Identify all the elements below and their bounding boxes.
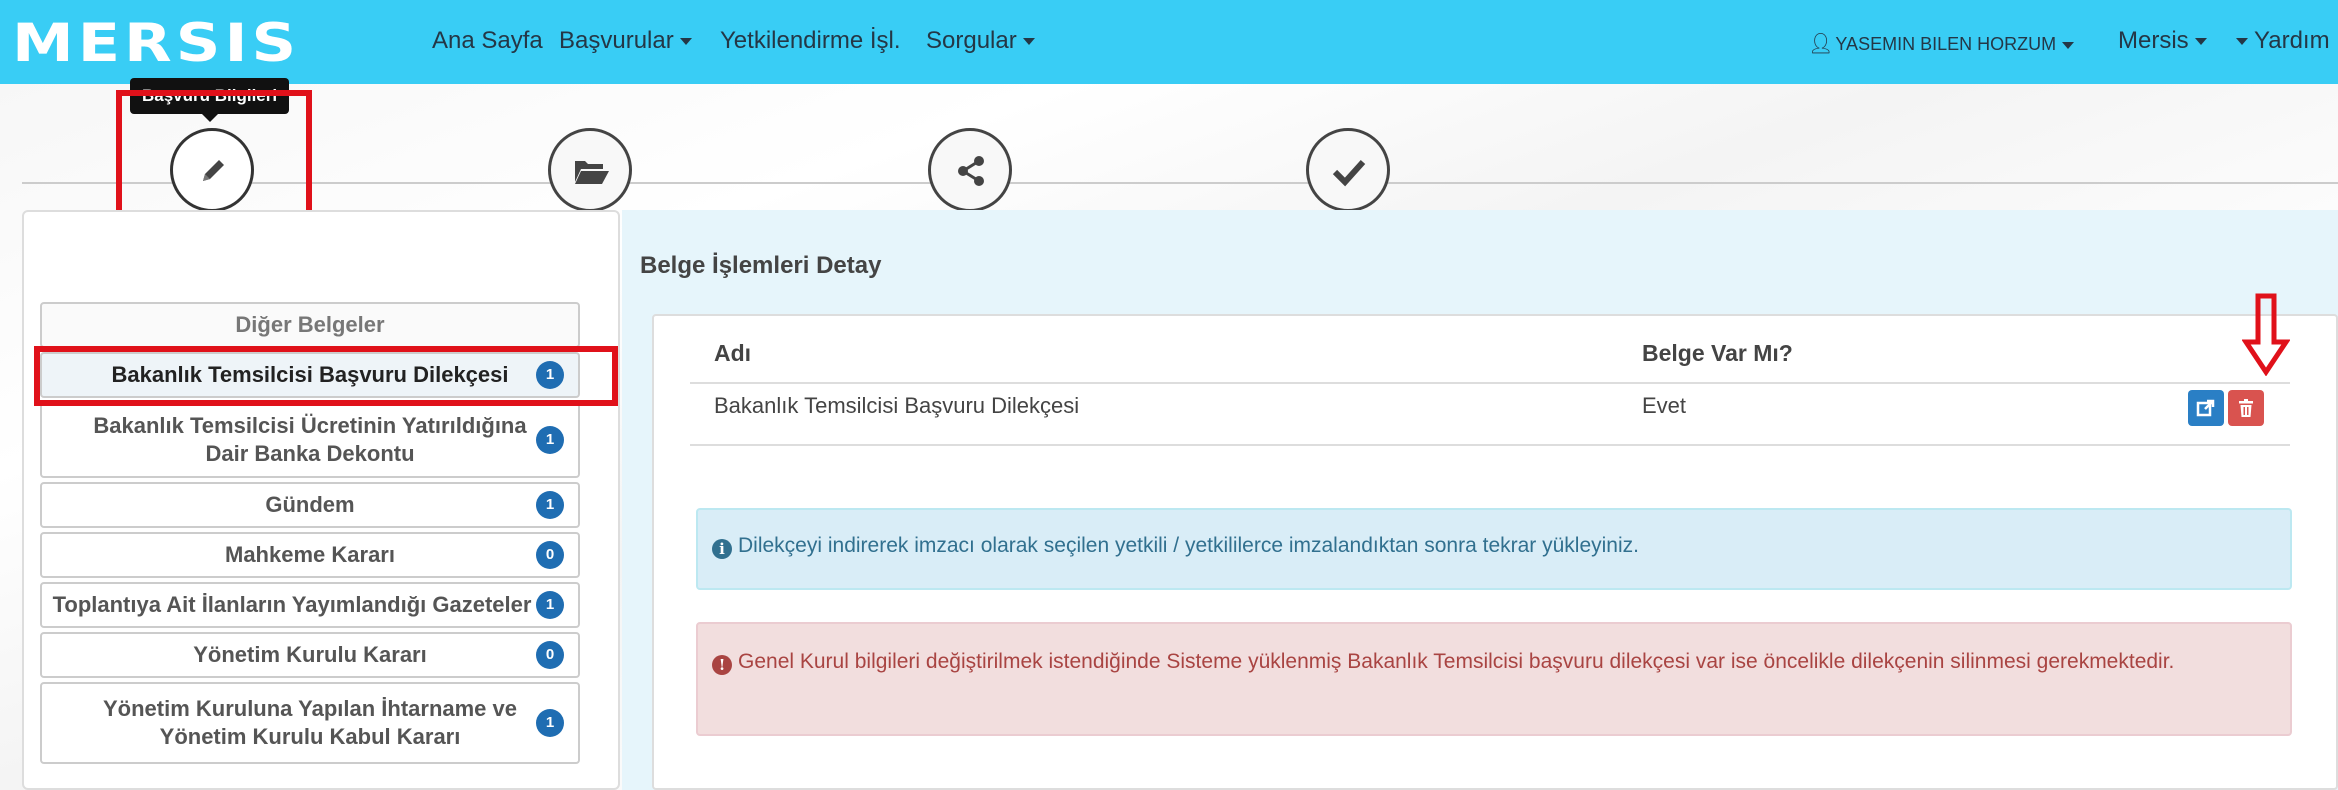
caret-down-icon <box>2194 38 2207 46</box>
info-icon: i <box>712 539 732 559</box>
danger-alert: ! Genel Kurul bilgileri değiştirilmek ist… <box>696 622 2292 736</box>
user-name-label: YASEMIN BILEN HORZUM <box>1835 34 2057 54</box>
user-menu[interactable]: 👤︎ YASEMIN BILEN HORZUM <box>1808 31 2075 56</box>
count-badge: 0 <box>536 641 564 669</box>
list-item-label: Toplantıya Ait İlanların Yayımlandığı Ga… <box>52 592 532 617</box>
detail-title: Belge İşlemleri Detay <box>640 252 882 279</box>
caret-down-icon <box>679 38 692 46</box>
document-list-header-label: Diğer Belgeler <box>235 312 385 337</box>
trash-icon <box>2239 399 2253 417</box>
list-item-label: Mahkeme Kararı <box>225 542 395 567</box>
list-item-notice-and-acceptance[interactable]: Yönetim Kuruluna Yapılan İhtarname ve Yö… <box>40 682 580 764</box>
external-link-icon <box>2196 399 2215 417</box>
exclamation-icon: ! <box>712 655 732 675</box>
list-item-bank-receipt[interactable]: Bakanlık Temsilcisi Ücretinin Yatırıldığ… <box>40 402 580 478</box>
table-cell-exists: Evet <box>1642 393 1687 418</box>
table-cell-name: Bakanlık Temsilcisi Başvuru Dilekçesi <box>714 393 1080 418</box>
nav-authorization-link[interactable]: Yetkilendirme İşl. <box>720 27 901 55</box>
step-confirm[interactable] <box>1306 128 1390 212</box>
count-badge: 1 <box>536 591 564 619</box>
list-item-label: Bakanlık Temsilcisi Ücretinin Yatırıldığ… <box>93 413 527 466</box>
mersis-menu[interactable]: Mersis <box>2118 27 2207 55</box>
list-item-label: Gündem <box>265 492 355 517</box>
nav-queries-label: Sorgular <box>926 27 1017 54</box>
nav-home-link[interactable]: Ana Sayfa <box>432 27 543 55</box>
table-row-divider <box>690 444 2290 446</box>
annotation-highlight-document <box>34 346 618 406</box>
nav-applications-menu[interactable]: Başvurular <box>559 27 692 55</box>
info-alert: i Dilekçeyi indirerek imzacı olarak seçil… <box>696 508 2292 590</box>
nav-applications-label: Başvurular <box>559 27 674 54</box>
wizard-progress-line <box>22 182 2338 184</box>
help-menu-label: Yardım <box>2254 27 2330 54</box>
caret-down-icon <box>2236 38 2248 46</box>
count-badge: 1 <box>536 491 564 519</box>
column-header-exists: Belge Var Mı? <box>1642 340 1793 366</box>
share-icon <box>958 156 984 186</box>
count-badge: 1 <box>536 709 564 737</box>
list-item-board-decision[interactable]: Yönetim Kurulu Kararı 0 <box>40 632 580 678</box>
count-badge: 1 <box>536 426 564 454</box>
user-icon: 👤︎ <box>1808 33 1834 55</box>
step-share[interactable] <box>928 128 1012 212</box>
help-menu[interactable]: Yardım <box>2236 27 2330 55</box>
list-item-label: Yönetim Kuruluna Yapılan İhtarname ve Yö… <box>102 696 518 749</box>
check-icon <box>1332 159 1366 187</box>
list-item-label: Yönetim Kurulu Kararı <box>193 642 427 667</box>
folder-open-icon <box>575 161 609 184</box>
delete-document-button[interactable] <box>2228 390 2264 426</box>
annotation-arrow-down-icon <box>2242 293 2290 376</box>
top-navbar: MERSIS Ana Sayfa Başvurular Yetkilendirm… <box>0 0 2338 84</box>
table-header-divider <box>690 382 2290 384</box>
list-item-newspapers[interactable]: Toplantıya Ait İlanların Yayımlandığı Ga… <box>40 582 580 628</box>
open-document-button[interactable] <box>2188 390 2224 426</box>
list-item-court-decision[interactable]: Mahkeme Kararı 0 <box>40 532 580 578</box>
mersis-logo[interactable]: MERSIS <box>12 16 402 69</box>
step-documents[interactable] <box>548 128 632 212</box>
column-header-name: Adı <box>714 340 752 366</box>
mersis-menu-label: Mersis <box>2118 27 2189 54</box>
count-badge: 0 <box>536 541 564 569</box>
danger-alert-text: Genel Kurul bilgileri değiştirilmek iste… <box>738 650 2175 673</box>
info-alert-text: Dilekçeyi indirerek imzacı olarak seçile… <box>738 534 1639 557</box>
document-list-header: Diğer Belgeler <box>40 302 580 348</box>
nav-queries-menu[interactable]: Sorgular <box>926 27 1035 55</box>
caret-down-icon <box>1022 38 1035 46</box>
caret-down-icon <box>2062 41 2075 49</box>
list-item-agenda[interactable]: Gündem 1 <box>40 482 580 528</box>
